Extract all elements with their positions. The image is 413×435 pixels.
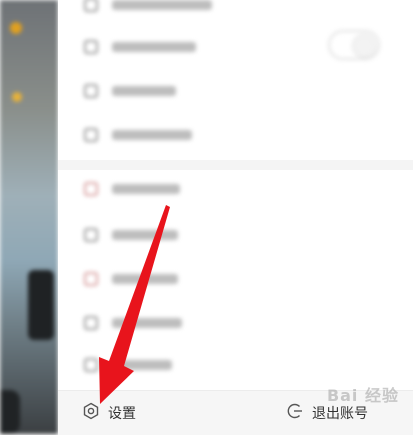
menu-item[interactable] xyxy=(84,220,384,250)
menu-item-label-blurred xyxy=(112,274,178,284)
background-app-strip xyxy=(0,0,58,434)
menu-item-icon xyxy=(84,0,98,12)
background-decoration xyxy=(28,270,54,340)
menu-item[interactable] xyxy=(84,76,384,106)
menu-item-label-blurred xyxy=(112,184,180,194)
menu-item-icon xyxy=(84,358,98,372)
toggle-switch[interactable] xyxy=(328,30,380,60)
menu-item[interactable] xyxy=(84,350,384,380)
menu-item[interactable] xyxy=(84,120,384,150)
logout-label: 退出账号 xyxy=(312,406,368,422)
menu-item-label-blurred xyxy=(112,86,176,96)
menu-item[interactable] xyxy=(84,0,384,20)
background-decoration xyxy=(10,22,22,34)
background-decoration xyxy=(12,92,22,102)
logout-icon xyxy=(286,402,312,424)
settings-label: 设置 xyxy=(108,406,136,422)
menu-item-icon xyxy=(84,272,98,286)
menu-item[interactable] xyxy=(84,308,384,338)
menu-item-icon xyxy=(84,128,98,142)
menu-item-icon xyxy=(84,316,98,330)
menu-item-label-blurred xyxy=(112,42,196,52)
menu-item-icon xyxy=(84,182,98,196)
settings-icon xyxy=(82,402,108,424)
watermark-logo: Bai 经验 xyxy=(326,386,399,405)
menu-item[interactable] xyxy=(84,264,384,294)
menu-item-icon xyxy=(84,40,98,54)
menu-item-icon xyxy=(84,84,98,98)
menu-item-label-blurred xyxy=(112,360,172,370)
menu-divider xyxy=(58,160,413,170)
menu-item-label-blurred xyxy=(112,0,212,10)
side-drawer xyxy=(58,0,413,434)
settings-button[interactable]: 设置 xyxy=(82,391,136,435)
menu-item[interactable] xyxy=(84,174,384,204)
background-decoration xyxy=(0,390,20,434)
menu-item-label-blurred xyxy=(112,318,182,328)
menu-item-icon xyxy=(84,228,98,242)
menu-item-label-blurred xyxy=(112,230,178,240)
menu-item-label-blurred xyxy=(112,130,192,140)
